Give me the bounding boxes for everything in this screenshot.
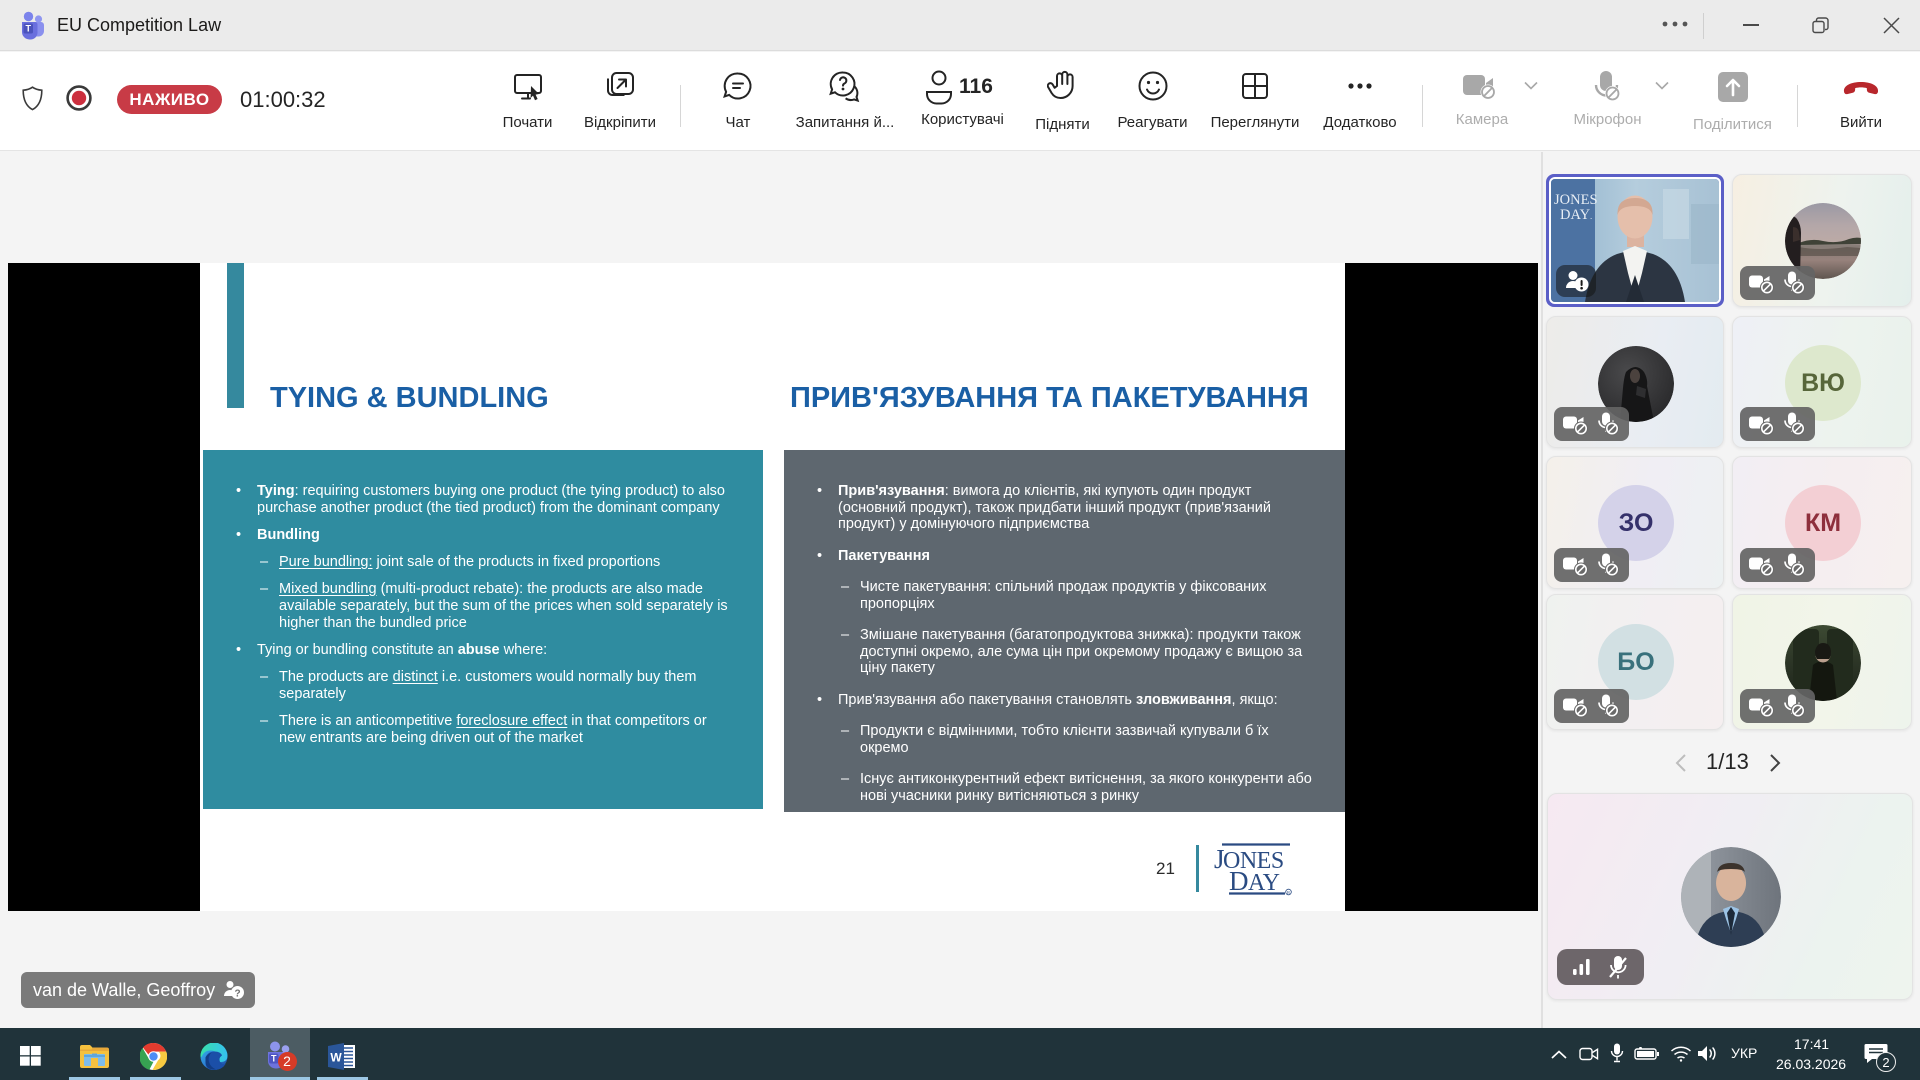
svg-text:DAY.: DAY. bbox=[1560, 207, 1592, 223]
svg-text:W: W bbox=[330, 1051, 342, 1065]
svg-text:T: T bbox=[271, 1054, 277, 1064]
svg-text:?: ? bbox=[234, 989, 240, 1000]
svg-text:D: D bbox=[1229, 866, 1249, 896]
svg-text:AY: AY bbox=[1248, 870, 1280, 896]
svg-text:T: T bbox=[25, 24, 31, 34]
svg-text:R: R bbox=[1287, 890, 1290, 895]
svg-text:JONES: JONES bbox=[1554, 192, 1598, 208]
